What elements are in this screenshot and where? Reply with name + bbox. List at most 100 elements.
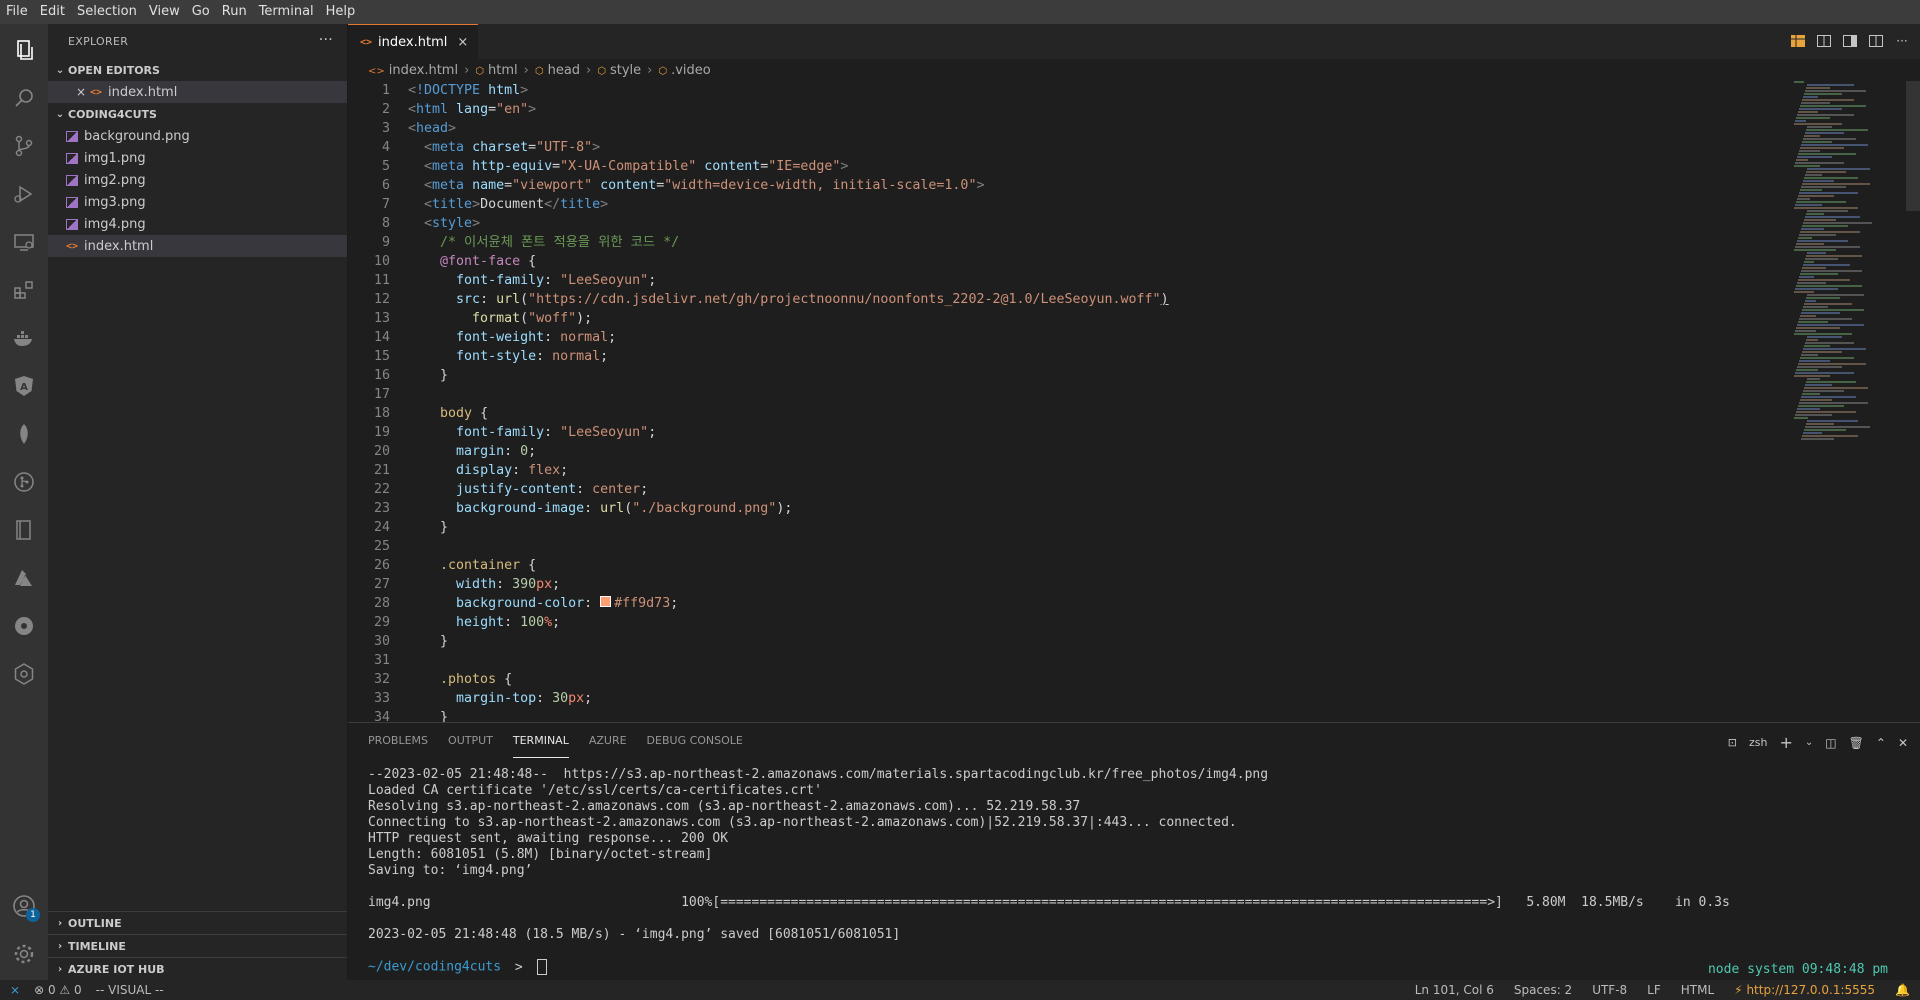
- run-debug-icon[interactable]: [10, 180, 38, 208]
- open-preview-icon[interactable]: [1816, 33, 1832, 49]
- file-item[interactable]: <> index.html: [48, 235, 347, 257]
- file-item[interactable]: background.png: [48, 125, 347, 147]
- remote-explorer-icon[interactable]: [10, 228, 38, 256]
- breadcrumb-item[interactable]: ⬡ style: [597, 63, 641, 78]
- minimap[interactable]: [1788, 81, 1898, 481]
- docker-icon[interactable]: [10, 324, 38, 352]
- line-text: }: [408, 708, 448, 722]
- section-outline[interactable]: › OUTLINE: [48, 911, 347, 934]
- search-icon[interactable]: [10, 84, 38, 112]
- menu-help[interactable]: Help: [320, 0, 362, 24]
- kubernetes-icon[interactable]: [10, 612, 38, 640]
- color-swatch[interactable]: [600, 596, 612, 607]
- menu-file[interactable]: File: [0, 0, 34, 24]
- breadcrumb-item[interactable]: <> index.html: [368, 63, 458, 78]
- remote-icon[interactable]: ⨯: [10, 983, 20, 997]
- problems-status[interactable]: ⊗ 0 ⚠ 0: [34, 983, 82, 997]
- source-control-icon[interactable]: [10, 132, 38, 160]
- section-timeline[interactable]: › TIMELINE: [48, 934, 347, 957]
- panel-tab-azure[interactable]: AZURE: [589, 723, 627, 758]
- settings-hex-icon[interactable]: [10, 660, 38, 688]
- breadcrumb-item[interactable]: ⬡ head: [535, 63, 580, 78]
- line-text: .photos {: [408, 670, 512, 689]
- minimap-line: [1799, 108, 1842, 110]
- folder-header[interactable]: ⌄ CODING4CUTS: [48, 103, 347, 125]
- maximize-panel-icon[interactable]: ⌃: [1876, 736, 1886, 750]
- file-item[interactable]: img2.png: [48, 169, 347, 191]
- menu-view[interactable]: View: [143, 0, 186, 24]
- code-token: center: [592, 482, 641, 497]
- terminal-prompt[interactable]: ~/dev/coding4cuts >: [368, 959, 1730, 975]
- code-token: font-family: [456, 425, 545, 440]
- accounts-icon[interactable]: 1: [10, 892, 40, 922]
- live-server[interactable]: ⚡ http://127.0.0.1:5555: [1734, 983, 1875, 997]
- mongodb-icon[interactable]: [10, 420, 38, 448]
- code-token: >: [528, 102, 537, 117]
- chevron-down-icon[interactable]: ⌄: [1805, 737, 1813, 748]
- new-terminal-icon[interactable]: +: [1780, 733, 1793, 752]
- notebook-icon[interactable]: [10, 516, 38, 544]
- gitlens-icon[interactable]: [10, 468, 38, 496]
- code-token: content: [592, 178, 657, 193]
- file-item[interactable]: img4.png: [48, 213, 347, 235]
- close-tab-icon[interactable]: ×: [457, 35, 468, 50]
- minimap-line: [1799, 150, 1820, 152]
- menu-run[interactable]: Run: [216, 0, 253, 24]
- menu-selection[interactable]: Selection: [71, 0, 143, 24]
- panel-tab-problems[interactable]: PROBLEMS: [368, 723, 428, 758]
- breadcrumb-item[interactable]: ⬡ html: [475, 63, 517, 78]
- angular-icon[interactable]: A: [10, 372, 38, 400]
- trash-icon[interactable]: 🗑: [1849, 736, 1864, 750]
- file-item[interactable]: img3.png: [48, 191, 347, 213]
- more-editor-actions-icon[interactable]: ···: [1894, 33, 1910, 49]
- line-number: 33: [373, 691, 390, 706]
- panel-tab-output[interactable]: OUTPUT: [448, 723, 493, 758]
- breadcrumb-item[interactable]: ⬡ .video: [658, 63, 710, 78]
- symbol-icon: ⬡: [658, 65, 668, 77]
- azure-icon[interactable]: [10, 564, 38, 592]
- code-token: Document: [480, 197, 545, 212]
- tab-index-html[interactable]: <> index.html ×: [348, 24, 479, 60]
- menu-go[interactable]: Go: [186, 0, 216, 24]
- menu-terminal[interactable]: Terminal: [253, 0, 320, 24]
- code-token: background-color: [456, 596, 585, 611]
- close-panel-icon[interactable]: ✕: [1898, 736, 1908, 750]
- minimap-line: [1803, 390, 1844, 392]
- split-editor-icon[interactable]: [1868, 33, 1884, 49]
- extensions-icon[interactable]: [10, 276, 38, 304]
- symbol-icon: ⬡: [597, 65, 606, 77]
- panel-tab-debug-console[interactable]: DEBUG CONSOLE: [647, 723, 743, 758]
- open-editors-header[interactable]: ⌄ OPEN EDITORS: [48, 59, 347, 81]
- cursor-position[interactable]: Ln 101, Col 6: [1415, 983, 1494, 997]
- explorer-icon[interactable]: [10, 36, 38, 64]
- code-line: 26 .container {: [348, 556, 1768, 575]
- encoding[interactable]: UTF-8: [1592, 983, 1627, 997]
- code-token: #ff9d73: [614, 596, 671, 611]
- line-text: <meta charset="UTF-8">: [408, 138, 600, 157]
- close-editor-icon[interactable]: ×: [74, 85, 88, 99]
- minimap-line: [1806, 129, 1868, 131]
- panel-tab-terminal[interactable]: TERMINAL: [512, 724, 569, 758]
- terminal-shell-label[interactable]: zsh: [1749, 736, 1767, 749]
- code-token: =: [528, 140, 537, 155]
- notifications-bell-icon[interactable]: 🔔: [1895, 983, 1910, 997]
- file-item[interactable]: img1.png: [48, 147, 347, 169]
- indentation[interactable]: Spaces: 2: [1514, 983, 1572, 997]
- table-view-icon[interactable]: [1790, 33, 1806, 49]
- open-editor-item[interactable]: × <> index.html: [48, 81, 347, 103]
- line-number: 19: [373, 425, 390, 440]
- split-terminal-icon[interactable]: ◫: [1825, 736, 1836, 750]
- terminal-output[interactable]: --2023-02-05 21:48:48-- https://s3.ap-no…: [368, 767, 1730, 975]
- end-of-line[interactable]: LF: [1647, 983, 1661, 997]
- editor-scrollbar[interactable]: [1906, 81, 1920, 211]
- manage-gear-icon[interactable]: [10, 940, 38, 968]
- more-actions-icon[interactable]: ···: [319, 32, 333, 48]
- code-token: :: [544, 330, 561, 345]
- menu-edit[interactable]: Edit: [34, 0, 71, 24]
- language-mode[interactable]: HTML: [1681, 983, 1714, 997]
- code-editor[interactable]: 1 <!DOCTYPE html> 2 <html lang="en"> 3 <head>…: [348, 81, 1768, 722]
- toggle-panel-icon[interactable]: [1842, 33, 1858, 49]
- section-azure-iot-hub[interactable]: › AZURE IOT HUB: [48, 957, 347, 980]
